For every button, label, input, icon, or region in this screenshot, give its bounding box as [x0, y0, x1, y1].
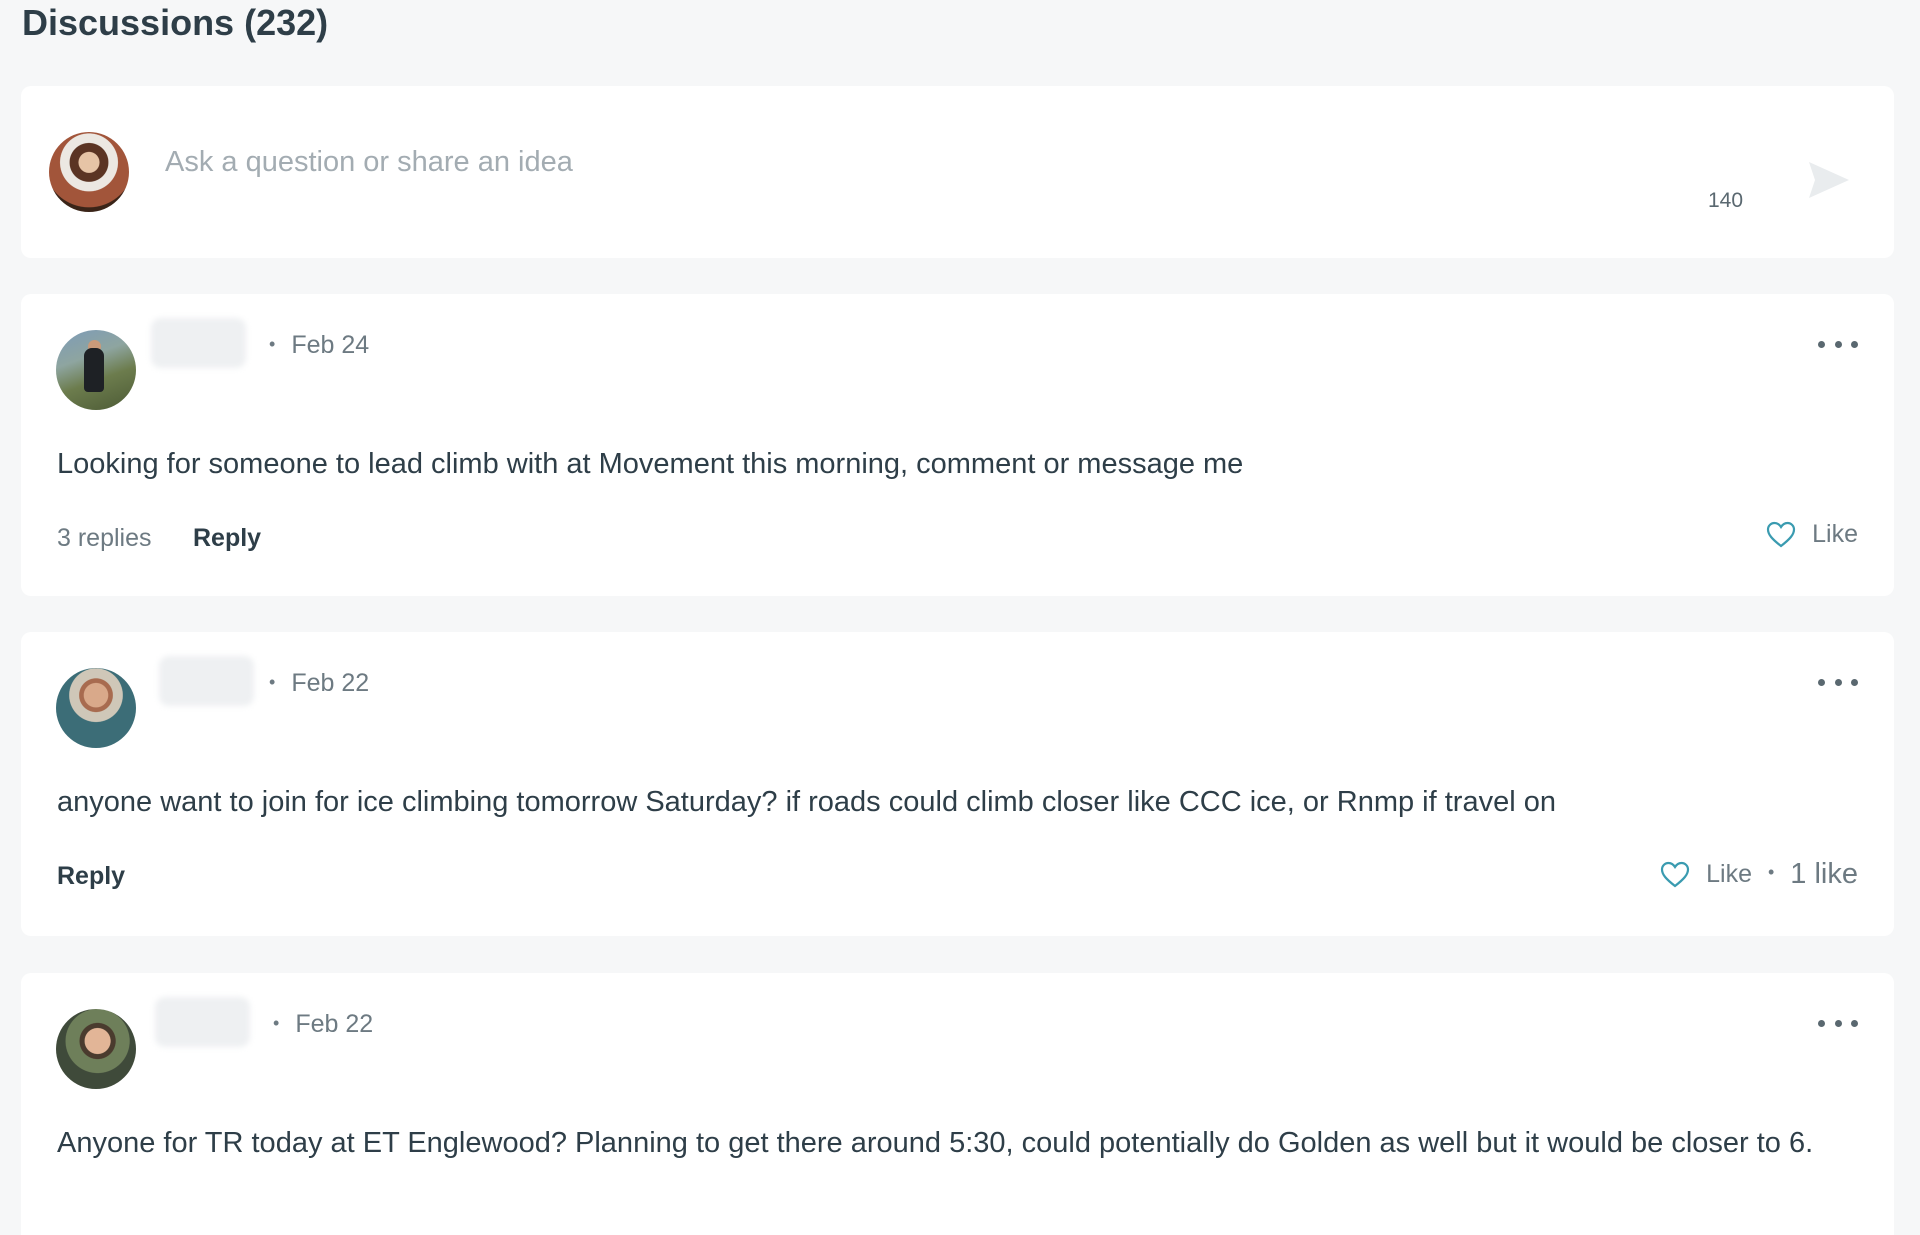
- more-options-button[interactable]: [1818, 672, 1858, 692]
- composer-input[interactable]: [165, 146, 1665, 179]
- post-composer: 140: [21, 86, 1894, 258]
- like-label: Like: [1812, 520, 1858, 548]
- send-icon: [1809, 162, 1849, 198]
- like-button[interactable]: Like: [1766, 520, 1858, 549]
- post-body: anyone want to join for ice climbing tom…: [57, 786, 1556, 818]
- author-name-redacted: [151, 318, 246, 368]
- discussion-post: • Feb 24 Looking for someone to lead clim…: [21, 294, 1894, 596]
- author-avatar[interactable]: [56, 1009, 136, 1089]
- post-meta: • Feb 22: [273, 1010, 374, 1038]
- post-date: Feb 22: [295, 1010, 374, 1038]
- more-options-button[interactable]: [1818, 334, 1858, 354]
- replies-link[interactable]: 3 replies: [57, 524, 152, 553]
- post-body: Looking for someone to lead climb with a…: [57, 448, 1244, 480]
- discussion-post: • Feb 22 anyone want to join for ice clim…: [21, 632, 1894, 936]
- author-name-redacted: [155, 997, 250, 1047]
- current-user-avatar: [49, 132, 129, 212]
- like-group: Like • 1 like: [1660, 858, 1858, 891]
- post-meta: • Feb 24: [269, 331, 370, 359]
- like-button[interactable]: Like: [1660, 860, 1752, 889]
- separator-dot: •: [1767, 862, 1775, 882]
- like-label: Like: [1706, 860, 1752, 888]
- author-avatar[interactable]: [56, 330, 136, 410]
- author-avatar[interactable]: [56, 668, 136, 748]
- author-name-redacted: [159, 656, 254, 706]
- discussions-page: Discussions (232) 140 •Feb 24 Looking fo…: [0, 0, 1920, 1235]
- heart-icon: [1661, 861, 1690, 887]
- post-body: Anyone for TR today at ET Englewood? Pla…: [57, 1127, 1814, 1159]
- more-horizontal-icon: [1818, 678, 1825, 686]
- post-meta: • Feb 22: [269, 669, 370, 697]
- send-button[interactable]: [1801, 152, 1857, 208]
- char-count: 140: [1708, 189, 1744, 212]
- post-date: Feb 24: [291, 331, 370, 359]
- like-count[interactable]: 1 like: [1790, 858, 1858, 891]
- reply-button[interactable]: Reply: [193, 524, 261, 553]
- reply-button[interactable]: Reply: [57, 862, 125, 891]
- more-horizontal-icon: [1818, 340, 1825, 348]
- more-options-button[interactable]: [1818, 1013, 1858, 1033]
- post-date: Feb 22: [291, 669, 370, 697]
- heart-icon: [1767, 521, 1796, 547]
- section-title: Discussions (232): [22, 2, 329, 43]
- discussion-post: • Feb 22 Anyone for TR today at ET Englew…: [21, 973, 1894, 1235]
- like-group: Like: [1766, 520, 1858, 549]
- more-horizontal-icon: [1818, 1019, 1825, 1027]
